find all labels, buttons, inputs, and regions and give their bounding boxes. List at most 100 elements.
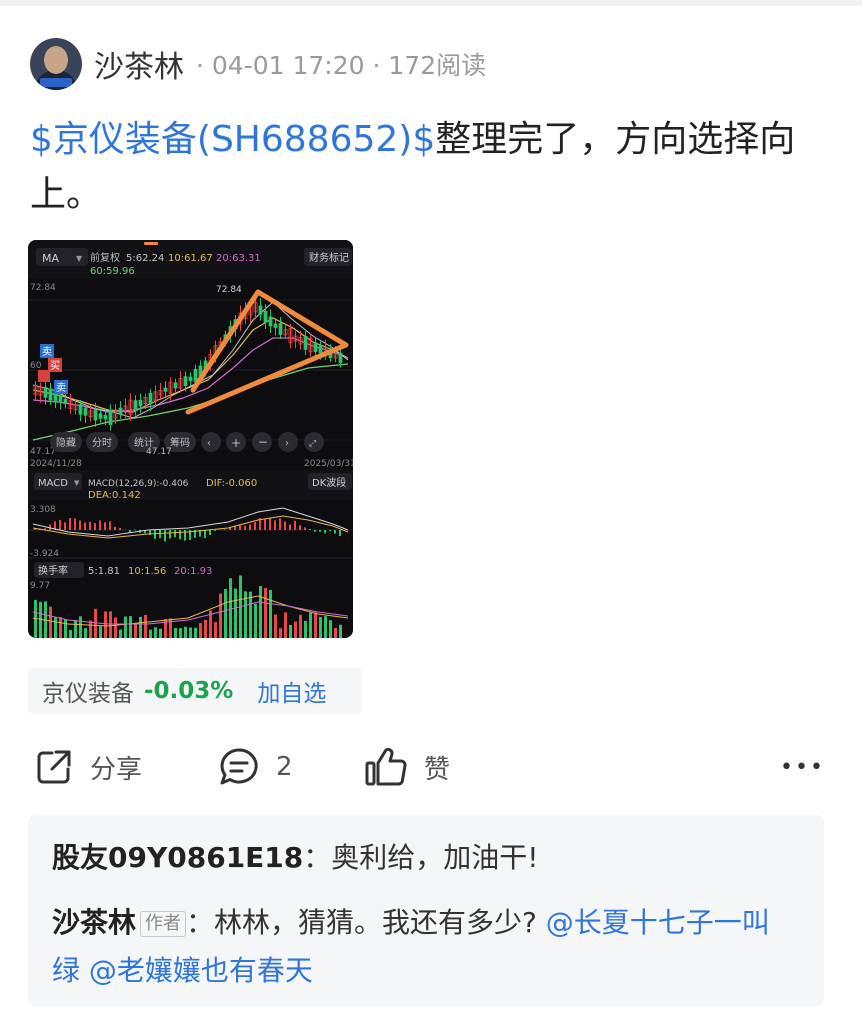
ma-selector[interactable]: MA	[42, 252, 59, 265]
share-button[interactable]: 分享	[34, 742, 142, 792]
comment-text: 林林，猜猜。我还有多少?	[214, 906, 546, 939]
avatar[interactable]	[30, 38, 82, 90]
macd-bar	[294, 520, 296, 530]
candle-body	[83, 407, 88, 416]
candle-body	[48, 388, 53, 401]
turnover-bar	[174, 628, 177, 638]
candle-body	[188, 376, 193, 382]
add-watchlist-button[interactable]: 加自选	[257, 674, 326, 708]
action-bar: 分享 2 赞 •••	[30, 742, 830, 792]
like-button[interactable]: 赞	[364, 742, 450, 792]
turnover-bar	[214, 622, 217, 638]
comment-count: 2	[276, 752, 293, 782]
author-name[interactable]: 沙茶林	[94, 42, 184, 86]
quote-name: 京仪装备	[42, 681, 134, 707]
turnover-bar	[99, 626, 102, 638]
candle-body	[173, 382, 178, 389]
macd-bar	[274, 520, 276, 530]
comment-button[interactable]: 2	[218, 742, 293, 792]
share-label: 分享	[90, 754, 143, 785]
macd-selector[interactable]: MACD	[38, 478, 68, 489]
candle-body	[183, 376, 188, 386]
intraday-button[interactable]: 分时	[92, 437, 112, 449]
ma5-value: 5:62.24	[126, 253, 164, 264]
candle-body	[133, 400, 138, 411]
macd-axis-top: 3.308	[30, 505, 56, 515]
turnover-bar	[179, 628, 182, 638]
comment-user[interactable]: 沙茶林	[52, 906, 136, 939]
turnover-bar	[74, 619, 77, 638]
turnover-bar	[104, 611, 107, 638]
date-end: 2025/03/31	[304, 459, 353, 469]
turnover-bar	[129, 616, 132, 638]
turnover-ma10: 10:1.56	[128, 566, 166, 577]
macd-bar	[89, 522, 91, 530]
comment-item[interactable]: 股友09Y0861E18：奥利给，加油干!	[52, 837, 539, 879]
macd-bar	[129, 530, 131, 533]
price-axis-mid: 60	[30, 361, 42, 371]
turnover-bar	[54, 617, 57, 638]
turnover-bar	[89, 620, 92, 638]
date-start: 2024/11/28	[30, 459, 82, 469]
turnover-bar	[59, 617, 62, 638]
candle-body	[313, 342, 318, 352]
candle-body	[318, 345, 323, 354]
comment-list: 股友09Y0861E18：奥利给，加油干! 沙茶林 作者 ：林林，猜猜。我还有多少?…	[28, 815, 824, 1006]
macd-bar	[79, 520, 81, 530]
post-header: 沙茶林 · 04-01 17:20 · 172阅读	[30, 36, 486, 92]
mention-link[interactable]: @老孃孃也有春天	[80, 954, 313, 987]
turnover-bar	[294, 621, 297, 638]
turnover-bar	[254, 603, 257, 638]
turnover-bar	[219, 593, 222, 638]
macd-bar	[74, 518, 76, 530]
candle-body	[303, 335, 308, 350]
candle-body	[193, 368, 198, 383]
macd-bar	[279, 518, 281, 530]
macd-bar	[319, 530, 321, 532]
quote-change: -0.03%	[144, 678, 234, 704]
candle-body	[263, 310, 268, 323]
macd-bar	[179, 530, 181, 540]
turnover-bar	[339, 624, 342, 638]
comment-item[interactable]: 沙茶林 作者 ：林林，猜猜。我还有多少? @长夏十七子一叫绿 @老孃孃也有春天	[52, 899, 792, 995]
turnover-bar	[329, 620, 332, 638]
dea-value: DEA:0.142	[88, 490, 141, 501]
thumbs-up-icon	[365, 747, 407, 786]
more-button[interactable]: •••	[780, 742, 825, 792]
svg-text:+: +	[231, 436, 241, 450]
svg-text:›: ›	[285, 438, 289, 449]
svg-text:−: −	[258, 435, 268, 449]
buy-marker: 买	[50, 360, 60, 372]
turnover-bar	[279, 628, 282, 638]
dk-band-button[interactable]: DK波段	[312, 476, 346, 489]
turnover-bar	[334, 628, 337, 638]
turnover-selector[interactable]: 换手率	[38, 564, 68, 577]
turnover-bar	[224, 588, 227, 638]
finance-mark-button[interactable]: 财务标记	[309, 251, 349, 264]
macd-bar	[314, 530, 316, 532]
candle-body	[98, 413, 103, 419]
turnover-bar	[314, 612, 317, 638]
svg-text:⤢: ⤢	[308, 439, 316, 449]
macd-bar	[69, 518, 71, 530]
macd-bar	[339, 530, 341, 537]
hide-button[interactable]: 隐藏	[56, 437, 76, 449]
turnover-bar	[84, 628, 87, 638]
comment-user[interactable]: 股友09Y0861E18	[52, 841, 303, 874]
chart-image[interactable]: MA ▼ 前复权 5:62.24 10:61.67 20:63.31 60:59…	[28, 240, 353, 638]
author-badge: 作者	[140, 911, 187, 937]
candle-body	[273, 323, 278, 328]
turnover-bar	[274, 614, 277, 638]
more-icon: •••	[780, 754, 825, 780]
turnover-axis-top: 9.77	[30, 581, 50, 591]
turnover-bar	[309, 612, 312, 638]
macd-bar	[284, 521, 286, 530]
chips-button[interactable]: 筹码	[170, 436, 190, 449]
quote-chip[interactable]: 京仪装备 -0.03% 加自选	[28, 668, 362, 714]
post-meta: · 04-01 17:20 · 172阅读	[196, 46, 486, 82]
macd-bar	[159, 530, 161, 539]
stock-link[interactable]: $京仪装备(SH688652)$	[30, 119, 435, 160]
turnover-bar	[134, 623, 137, 638]
ma20-value: 20:63.31	[216, 253, 261, 264]
turnover-bar	[269, 589, 272, 638]
